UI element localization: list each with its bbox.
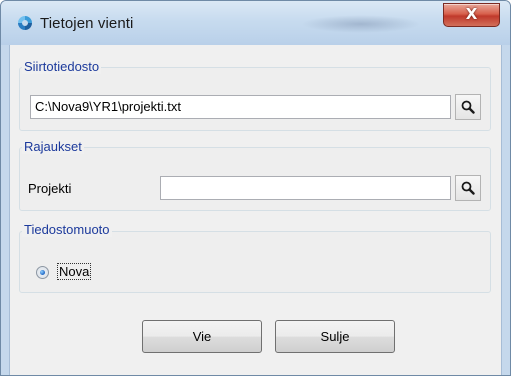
radio-selected-dot bbox=[40, 270, 45, 275]
dialog-window: Tietojen vienti X Siirtotiedosto C:\Nova… bbox=[0, 0, 511, 376]
close-window-button[interactable]: X bbox=[443, 3, 500, 27]
search-icon bbox=[461, 100, 475, 114]
search-icon bbox=[461, 181, 475, 195]
transfer-file-browse-button[interactable] bbox=[455, 94, 481, 120]
app-logo-icon bbox=[17, 15, 33, 31]
file-format-group-border bbox=[19, 231, 491, 293]
nova-radio-label[interactable]: Nova bbox=[57, 263, 92, 280]
transfer-file-path-input[interactable]: C:\Nova9\YR1\projekti.txt bbox=[30, 95, 451, 119]
limits-legend: Rajaukset bbox=[22, 139, 84, 154]
export-button[interactable]: Vie bbox=[142, 320, 262, 353]
transfer-file-group: Siirtotiedosto C:\Nova9\YR1\projekti.txt bbox=[19, 59, 491, 131]
file-format-legend: Tiedostomuoto bbox=[22, 222, 112, 237]
limits-group: Rajaukset Projekti bbox=[19, 139, 491, 211]
title-bar-blur bbox=[301, 15, 421, 33]
transfer-file-legend: Siirtotiedosto bbox=[22, 59, 102, 74]
title-bar[interactable]: Tietojen vienti X bbox=[1, 1, 510, 45]
project-input[interactable] bbox=[160, 176, 451, 200]
window-title: Tietojen vienti bbox=[40, 15, 134, 32]
close-button[interactable]: Sulje bbox=[275, 320, 395, 353]
project-browse-button[interactable] bbox=[455, 175, 481, 201]
close-icon: X bbox=[465, 5, 478, 23]
project-label: Projekti bbox=[28, 181, 72, 196]
file-format-group: Tiedostomuoto Nova bbox=[19, 219, 491, 293]
nova-radio-button[interactable] bbox=[36, 266, 49, 279]
dialog-content: Siirtotiedosto C:\Nova9\YR1\projekti.txt… bbox=[9, 45, 502, 375]
